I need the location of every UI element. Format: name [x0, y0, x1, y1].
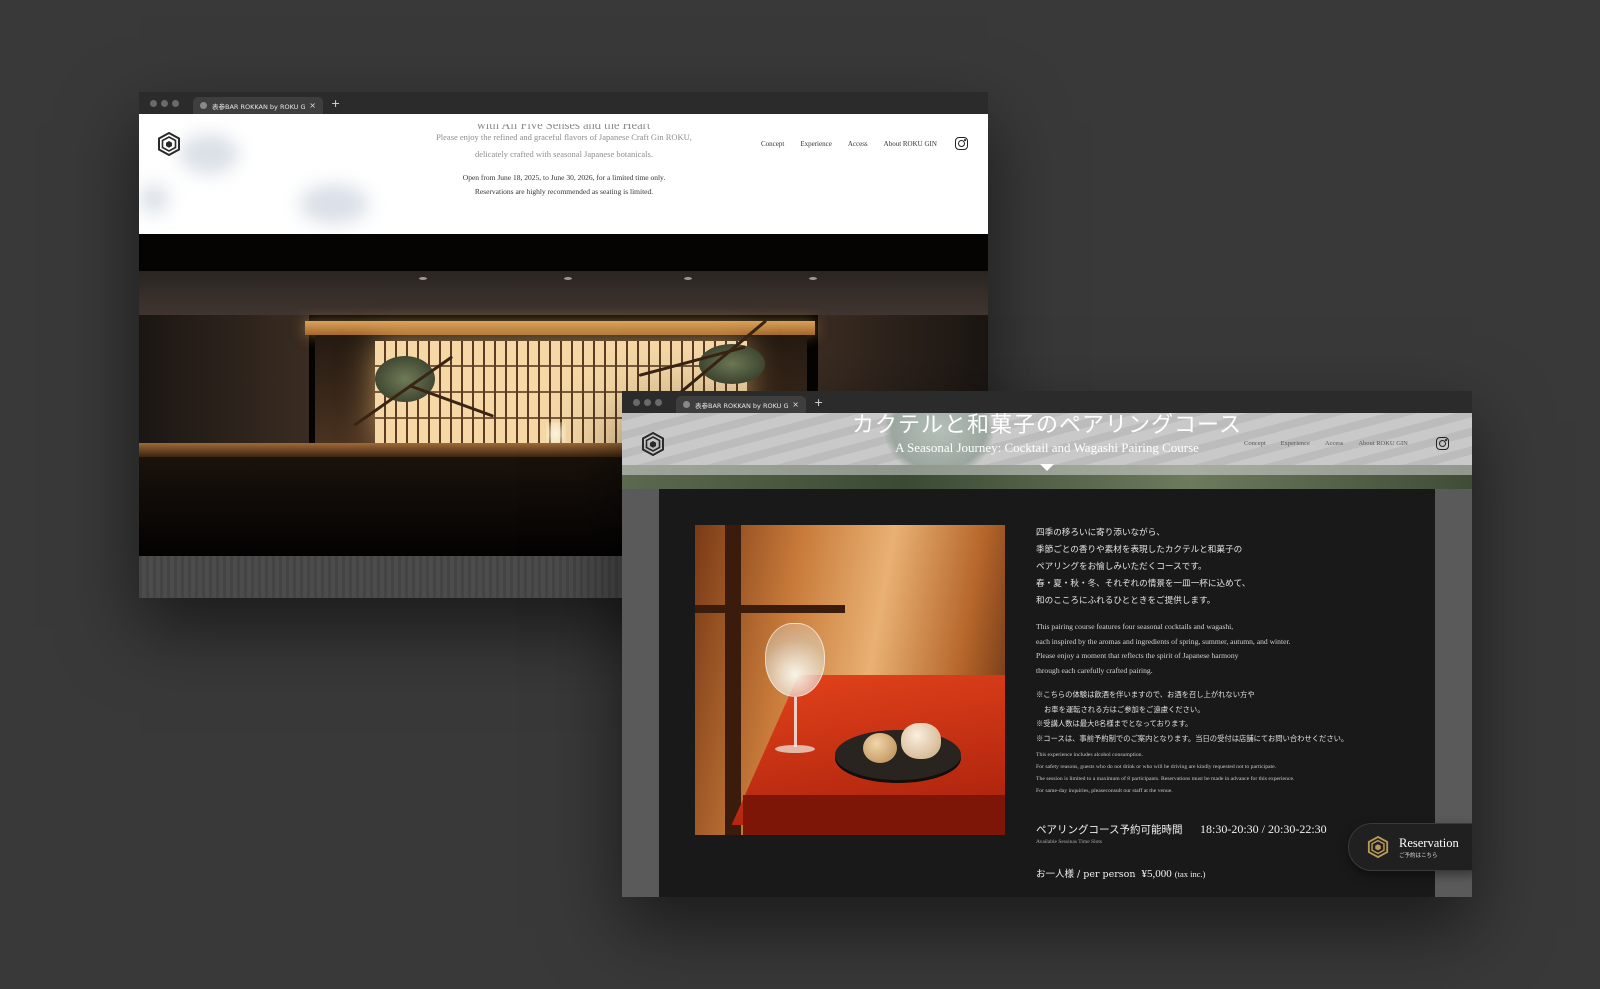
side-texture-left [622, 489, 659, 897]
nav-access[interactable]: Access [1325, 440, 1343, 447]
course-price: お一人様 / per person ¥5,000 (tax inc.) [1036, 868, 1206, 880]
site-header: with All Five Senses and the Heart Pleas… [139, 114, 988, 234]
opening-dates: Open from June 18, 2025, to June 30, 202… [462, 173, 666, 196]
browser-tab[interactable]: 表参BAR ROKKAN by ROKU G × [193, 97, 323, 114]
close-tab-icon[interactable]: × [792, 400, 799, 409]
reservation-button[interactable]: Reservation ご予約はこちら [1348, 823, 1472, 871]
window-minimize-dot[interactable] [644, 398, 651, 406]
instagram-icon[interactable] [955, 137, 968, 150]
favicon-icon [683, 401, 690, 408]
course-description-jp: 四季の移ろいに寄り添いながら、 季節ごとの香りや素材を表現したカクテルと和菓子の… [1036, 528, 1251, 606]
new-tab-button[interactable]: + [814, 396, 823, 409]
pairing-hero: カクテルと和菓子のペアリングコース A Seasonal Journey: Co… [622, 413, 1472, 489]
nav-concept[interactable]: Concept [1244, 440, 1266, 447]
experience-page: カクテルと和菓子のペアリングコース A Seasonal Journey: Co… [622, 413, 1472, 897]
window-zoom-dot[interactable] [172, 99, 179, 107]
nav-about-roku-gin[interactable]: About ROKU GIN [1358, 440, 1407, 447]
time-slot-values: 18:30-20:30 / 20:30-22:30 [1200, 822, 1327, 836]
course-notes-jp: ※こちらの体験は飲酒を伴いますので、お酒を召し上がれない方や お車を運転される方… [1036, 690, 1349, 743]
new-tab-button[interactable]: + [331, 97, 340, 110]
roku-logo-icon [1367, 836, 1389, 858]
window-close-dot[interactable] [150, 99, 157, 107]
roku-logo-icon[interactable] [641, 432, 665, 456]
browser-window-experience: 表参BAR ROKKAN by ROKU G × + カクテルと和菓子のペアリン… [622, 391, 1472, 897]
nav-experience[interactable]: Experience [800, 140, 831, 148]
pairing-content: 四季の移ろいに寄り添いながら、 季節ごとの香りや素材を表現したカクテルと和菓子の… [659, 489, 1435, 897]
nav-experience[interactable]: Experience [1281, 440, 1310, 447]
nav-about-roku-gin[interactable]: About ROKU GIN [884, 140, 937, 148]
close-tab-icon[interactable]: × [309, 101, 316, 110]
cocktail-wagashi-photo [695, 525, 1005, 835]
window-close-dot[interactable] [633, 398, 640, 406]
browser-tab-bar: 表参BAR ROKKAN by ROKU G × + [139, 92, 988, 114]
browser-tab[interactable]: 表参BAR ROKKAN by ROKU G × [676, 396, 806, 413]
pairing-course-title: カクテルと和菓子のペアリングコース [852, 413, 1242, 438]
scroll-down-icon[interactable] [1040, 464, 1054, 471]
roku-logo-icon[interactable] [157, 132, 181, 156]
browser-tab-bar: 表参BAR ROKKAN by ROKU G × + [622, 391, 1472, 413]
intro-text: Please enjoy the refined and graceful fl… [436, 132, 692, 159]
favicon-icon [200, 102, 207, 109]
main-nav: Concept Experience Access About ROKU GIN [761, 140, 937, 148]
nav-concept[interactable]: Concept [761, 140, 784, 148]
course-description-en: This pairing course features four season… [1036, 622, 1291, 675]
instagram-icon[interactable] [1436, 437, 1449, 450]
time-slot-label-en: Available Sessinas Time Slots [1036, 839, 1103, 845]
tab-title: 表参BAR ROKKAN by ROKU G [695, 401, 789, 410]
course-notes-en: This experience includes alcohol consump… [1036, 752, 1295, 794]
time-slot-label: ペアリングコース予約可能時間 [1036, 824, 1183, 836]
tab-title: 表参BAR ROKKAN by ROKU G [212, 102, 306, 111]
window-zoom-dot[interactable] [655, 398, 662, 406]
reservation-sublabel: ご予約はこちら [1399, 852, 1438, 859]
main-nav: Concept Experience Access About ROKU GIN [1244, 440, 1408, 447]
reservation-label: Reservation [1399, 835, 1459, 850]
window-minimize-dot[interactable] [161, 99, 168, 107]
nav-access[interactable]: Access [848, 140, 868, 148]
